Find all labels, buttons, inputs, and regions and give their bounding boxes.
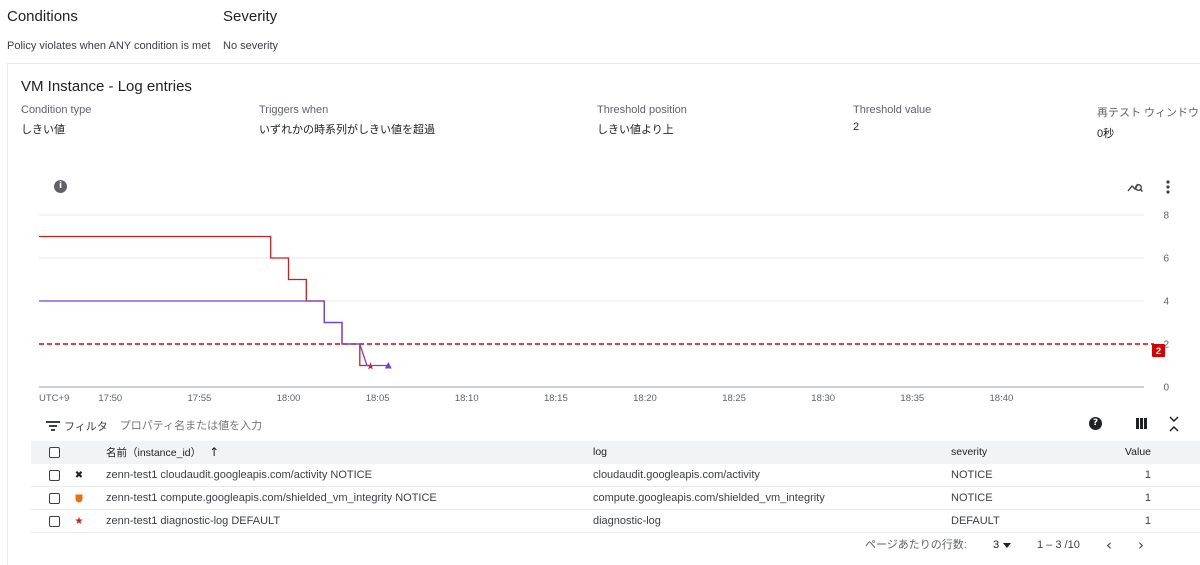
series-line-purple xyxy=(39,300,389,367)
x-tick-label: 17:50 xyxy=(98,393,122,404)
row-name: zenn-test1 cloudaudit.googleapis.com/act… xyxy=(106,469,372,481)
filter-input[interactable] xyxy=(119,420,420,432)
rows-per-page-value: 3 xyxy=(993,539,1000,551)
table-header: 名前（instance_id） ↑ log severity Value xyxy=(31,441,1200,464)
threshold-badge-label: 2 xyxy=(1156,346,1161,357)
help-icon[interactable]: ? xyxy=(1089,417,1102,430)
conditions-summary: Conditions Policy violates when ANY cond… xyxy=(7,8,210,52)
table-row[interactable]: ✖ zenn-test1 cloudaudit.googleapis.com/a… xyxy=(31,464,1200,487)
conditions-title: Conditions xyxy=(7,8,78,25)
shield-icon xyxy=(71,487,87,510)
sort-ascending-icon[interactable]: ↑ xyxy=(209,441,219,464)
column-header-label: 名前（instance_id） xyxy=(106,447,202,459)
row-severity: DEFAULT xyxy=(951,515,1000,527)
row-checkbox[interactable] xyxy=(49,470,60,481)
row-log: compute.googleapis.com/shielded_vm_integ… xyxy=(593,492,825,504)
collapse-icon[interactable] xyxy=(1168,415,1180,433)
row-value: 1 xyxy=(1144,469,1151,481)
row-checkbox[interactable] xyxy=(49,493,60,504)
x-tick-label: 17:55 xyxy=(188,393,212,404)
x-tick-label: 18:05 xyxy=(366,393,390,404)
star-marker: ★ xyxy=(366,362,375,373)
rows-per-page-select[interactable]: 3 xyxy=(993,534,1012,557)
row-severity: NOTICE xyxy=(951,469,993,481)
timezone-label: UTC+9 xyxy=(39,393,69,404)
x-tick-label: 18:10 xyxy=(455,393,479,404)
filter-icon[interactable] xyxy=(46,421,60,431)
column-display-icon[interactable] xyxy=(1136,418,1147,429)
x-tick-label: 18:20 xyxy=(633,393,657,404)
x-tick-label: 18:30 xyxy=(811,393,835,404)
rows-per-page-label: ページあたりの行数: xyxy=(865,539,967,551)
y-tick-label: 0 xyxy=(1163,383,1169,394)
x-mark-icon: ✖ xyxy=(74,470,84,481)
table-row[interactable]: zenn-test1 compute.googleapis.com/shield… xyxy=(31,487,1200,510)
severity-title: Severity xyxy=(223,8,278,25)
filter-label[interactable]: フィルタ xyxy=(64,418,108,434)
dropdown-caret-icon xyxy=(1003,542,1012,548)
column-header-log[interactable]: log xyxy=(593,441,607,464)
condition-card: VM Instance - Log entries Condition type… xyxy=(7,63,1200,565)
severity-subtitle: No severity xyxy=(223,40,279,52)
row-log: cloudaudit.googleapis.com/activity xyxy=(593,469,760,481)
row-name: zenn-test1 compute.googleapis.com/shield… xyxy=(106,492,437,504)
x-tick-label: 18:25 xyxy=(722,393,746,404)
next-page-button[interactable]: › xyxy=(1132,534,1150,557)
y-tick-label: 8 xyxy=(1163,211,1169,222)
row-value: 1 xyxy=(1144,492,1151,504)
x-tick-label: 18:00 xyxy=(277,393,301,404)
log-entries-chart[interactable]: 0 2 4 6 8 UTC+9 17:50 17:55 18:00 18:05 18:10 18:15… xyxy=(8,64,1200,404)
row-severity: NOTICE xyxy=(951,492,993,504)
conditions-subtitle: Policy violates when ANY condition is me… xyxy=(7,40,211,52)
x-tick-label: 18:15 xyxy=(544,393,568,404)
x-tick-label: 18:35 xyxy=(900,393,924,404)
policy-summary: Conditions Policy violates when ANY cond… xyxy=(0,0,1200,58)
row-checkbox[interactable] xyxy=(49,516,60,527)
column-header-severity[interactable]: severity xyxy=(951,441,987,464)
row-value: 1 xyxy=(1144,515,1151,527)
row-log: diagnostic-log xyxy=(593,515,661,527)
table-row[interactable]: ★ zenn-test1 diagnostic-log DEFAULT diag… xyxy=(31,510,1200,533)
severity-summary: Severity No severity xyxy=(223,8,278,52)
table-filter-bar[interactable]: フィルタ xyxy=(46,416,420,436)
column-header-value[interactable]: Value xyxy=(1125,441,1151,464)
pagination-range: 1 – 3 /10 xyxy=(1037,539,1080,551)
y-tick-label: 6 xyxy=(1163,254,1169,265)
star-icon: ★ xyxy=(74,516,84,527)
row-name: zenn-test1 diagnostic-log DEFAULT xyxy=(106,515,281,527)
y-tick-label: 4 xyxy=(1163,297,1169,308)
previous-page-button[interactable]: ‹ xyxy=(1100,534,1118,557)
select-all-checkbox[interactable] xyxy=(49,447,60,458)
column-header-name[interactable]: 名前（instance_id） ↑ xyxy=(106,441,219,464)
x-tick-label: 18:40 xyxy=(990,393,1014,404)
